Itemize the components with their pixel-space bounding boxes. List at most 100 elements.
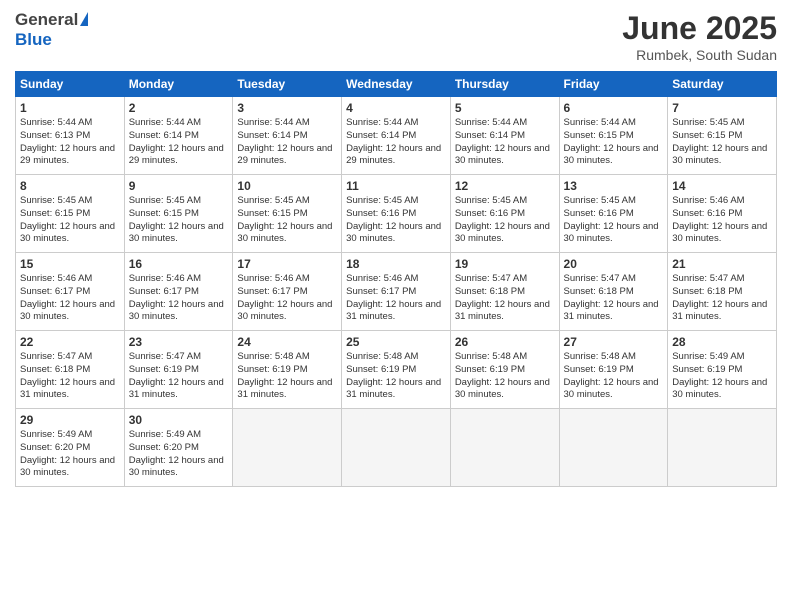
day-cell: 18 Sunrise: 5:46 AM Sunset: 6:17 PM Dayli… <box>342 253 451 331</box>
day-info: Sunrise: 5:45 AM Sunset: 6:15 PM Dayligh… <box>20 195 120 246</box>
day-number: 19 <box>455 257 555 271</box>
week-row-2: 15 Sunrise: 5:46 AM Sunset: 6:17 PM Dayli… <box>16 253 777 331</box>
day-info: Sunrise: 5:44 AM Sunset: 6:14 PM Dayligh… <box>455 117 555 168</box>
day-cell: 19 Sunrise: 5:47 AM Sunset: 6:18 PM Dayli… <box>450 253 559 331</box>
day-info: Sunrise: 5:46 AM Sunset: 6:17 PM Dayligh… <box>20 273 120 324</box>
day-number: 20 <box>564 257 664 271</box>
day-info: Sunrise: 5:47 AM Sunset: 6:18 PM Dayligh… <box>455 273 555 324</box>
week-row-1: 8 Sunrise: 5:45 AM Sunset: 6:15 PM Daylig… <box>16 175 777 253</box>
day-number: 2 <box>129 101 229 115</box>
day-cell: 3 Sunrise: 5:44 AM Sunset: 6:14 PM Daylig… <box>233 97 342 175</box>
day-info: Sunrise: 5:45 AM Sunset: 6:15 PM Dayligh… <box>129 195 229 246</box>
location: Rumbek, South Sudan <box>622 47 777 63</box>
day-number: 13 <box>564 179 664 193</box>
logo-triangle-icon <box>80 12 88 26</box>
weekday-header-friday: Friday <box>559 72 668 97</box>
weekday-header-tuesday: Tuesday <box>233 72 342 97</box>
weekday-header-row: SundayMondayTuesdayWednesdayThursdayFrid… <box>16 72 777 97</box>
title-section: June 2025 Rumbek, South Sudan <box>622 10 777 63</box>
day-info: Sunrise: 5:46 AM Sunset: 6:17 PM Dayligh… <box>346 273 446 324</box>
logo-blue-text: Blue <box>15 30 52 49</box>
day-info: Sunrise: 5:44 AM Sunset: 6:14 PM Dayligh… <box>237 117 337 168</box>
day-number: 14 <box>672 179 772 193</box>
weekday-header-saturday: Saturday <box>668 72 777 97</box>
day-info: Sunrise: 5:48 AM Sunset: 6:19 PM Dayligh… <box>564 351 664 402</box>
day-number: 29 <box>20 413 120 427</box>
day-number: 18 <box>346 257 446 271</box>
day-cell <box>559 409 668 487</box>
day-info: Sunrise: 5:44 AM Sunset: 6:15 PM Dayligh… <box>564 117 664 168</box>
day-cell: 23 Sunrise: 5:47 AM Sunset: 6:19 PM Dayli… <box>124 331 233 409</box>
day-info: Sunrise: 5:45 AM Sunset: 6:15 PM Dayligh… <box>672 117 772 168</box>
day-info: Sunrise: 5:47 AM Sunset: 6:18 PM Dayligh… <box>20 351 120 402</box>
day-cell: 13 Sunrise: 5:45 AM Sunset: 6:16 PM Dayli… <box>559 175 668 253</box>
day-cell: 22 Sunrise: 5:47 AM Sunset: 6:18 PM Dayli… <box>16 331 125 409</box>
day-cell: 29 Sunrise: 5:49 AM Sunset: 6:20 PM Dayli… <box>16 409 125 487</box>
day-number: 12 <box>455 179 555 193</box>
day-cell <box>450 409 559 487</box>
calendar-table: SundayMondayTuesdayWednesdayThursdayFrid… <box>15 71 777 487</box>
day-info: Sunrise: 5:48 AM Sunset: 6:19 PM Dayligh… <box>346 351 446 402</box>
week-row-3: 22 Sunrise: 5:47 AM Sunset: 6:18 PM Dayli… <box>16 331 777 409</box>
day-info: Sunrise: 5:44 AM Sunset: 6:13 PM Dayligh… <box>20 117 120 168</box>
day-number: 30 <box>129 413 229 427</box>
day-number: 6 <box>564 101 664 115</box>
day-cell: 26Sunrise: 5:48 AM Sunset: 6:19 PM Dayli… <box>450 331 559 409</box>
day-number: 26 <box>455 335 555 349</box>
day-cell: 1 Sunrise: 5:44 AM Sunset: 6:13 PM Daylig… <box>16 97 125 175</box>
day-cell: 5 Sunrise: 5:44 AM Sunset: 6:14 PM Daylig… <box>450 97 559 175</box>
day-number: 28 <box>672 335 772 349</box>
day-info: Sunrise: 5:44 AM Sunset: 6:14 PM Dayligh… <box>346 117 446 168</box>
day-cell: 4Sunrise: 5:44 AM Sunset: 6:14 PM Daylig… <box>342 97 451 175</box>
weekday-header-thursday: Thursday <box>450 72 559 97</box>
day-number: 1 <box>20 101 120 115</box>
weekday-header-monday: Monday <box>124 72 233 97</box>
day-cell <box>342 409 451 487</box>
day-number: 17 <box>237 257 337 271</box>
day-cell: 30 Sunrise: 5:49 AM Sunset: 6:20 PM Dayli… <box>124 409 233 487</box>
day-info: Sunrise: 5:49 AM Sunset: 6:20 PM Dayligh… <box>20 429 120 480</box>
day-number: 7 <box>672 101 772 115</box>
day-number: 3 <box>237 101 337 115</box>
day-cell: 17Sunrise: 5:46 AM Sunset: 6:17 PM Dayli… <box>233 253 342 331</box>
day-number: 25 <box>346 335 446 349</box>
day-info: Sunrise: 5:45 AM Sunset: 6:16 PM Dayligh… <box>564 195 664 246</box>
day-cell: 15 Sunrise: 5:46 AM Sunset: 6:17 PM Dayli… <box>16 253 125 331</box>
day-cell: 20Sunrise: 5:47 AM Sunset: 6:18 PM Dayli… <box>559 253 668 331</box>
day-number: 27 <box>564 335 664 349</box>
day-info: Sunrise: 5:44 AM Sunset: 6:14 PM Dayligh… <box>129 117 229 168</box>
day-cell: 6 Sunrise: 5:44 AM Sunset: 6:15 PM Daylig… <box>559 97 668 175</box>
day-number: 8 <box>20 179 120 193</box>
day-info: Sunrise: 5:46 AM Sunset: 6:17 PM Dayligh… <box>129 273 229 324</box>
day-info: Sunrise: 5:45 AM Sunset: 6:16 PM Dayligh… <box>455 195 555 246</box>
day-number: 9 <box>129 179 229 193</box>
day-cell: 10 Sunrise: 5:45 AM Sunset: 6:15 PM Dayli… <box>233 175 342 253</box>
day-cell: 28Sunrise: 5:49 AM Sunset: 6:19 PM Dayli… <box>668 331 777 409</box>
weekday-header-wednesday: Wednesday <box>342 72 451 97</box>
day-info: Sunrise: 5:46 AM Sunset: 6:16 PM Dayligh… <box>672 195 772 246</box>
month-title: June 2025 <box>622 10 777 47</box>
day-number: 23 <box>129 335 229 349</box>
day-cell <box>233 409 342 487</box>
day-cell: 8 Sunrise: 5:45 AM Sunset: 6:15 PM Daylig… <box>16 175 125 253</box>
day-info: Sunrise: 5:45 AM Sunset: 6:15 PM Dayligh… <box>237 195 337 246</box>
day-number: 15 <box>20 257 120 271</box>
day-number: 5 <box>455 101 555 115</box>
day-cell: 27 Sunrise: 5:48 AM Sunset: 6:19 PM Dayli… <box>559 331 668 409</box>
day-number: 22 <box>20 335 120 349</box>
day-cell: 24Sunrise: 5:48 AM Sunset: 6:19 PM Dayli… <box>233 331 342 409</box>
day-cell: 11Sunrise: 5:45 AM Sunset: 6:16 PM Dayli… <box>342 175 451 253</box>
day-info: Sunrise: 5:49 AM Sunset: 6:20 PM Dayligh… <box>129 429 229 480</box>
day-info: Sunrise: 5:47 AM Sunset: 6:19 PM Dayligh… <box>129 351 229 402</box>
header: General Blue June 2025 Rumbek, South Sud… <box>15 10 777 63</box>
logo: General Blue <box>15 10 88 50</box>
day-cell <box>668 409 777 487</box>
day-cell: 25 Sunrise: 5:48 AM Sunset: 6:19 PM Dayli… <box>342 331 451 409</box>
day-cell: 9 Sunrise: 5:45 AM Sunset: 6:15 PM Daylig… <box>124 175 233 253</box>
day-number: 10 <box>237 179 337 193</box>
day-cell: 14 Sunrise: 5:46 AM Sunset: 6:16 PM Dayli… <box>668 175 777 253</box>
day-cell: 7 Sunrise: 5:45 AM Sunset: 6:15 PM Daylig… <box>668 97 777 175</box>
week-row-4: 29 Sunrise: 5:49 AM Sunset: 6:20 PM Dayli… <box>16 409 777 487</box>
day-cell: 16 Sunrise: 5:46 AM Sunset: 6:17 PM Dayli… <box>124 253 233 331</box>
day-number: 16 <box>129 257 229 271</box>
